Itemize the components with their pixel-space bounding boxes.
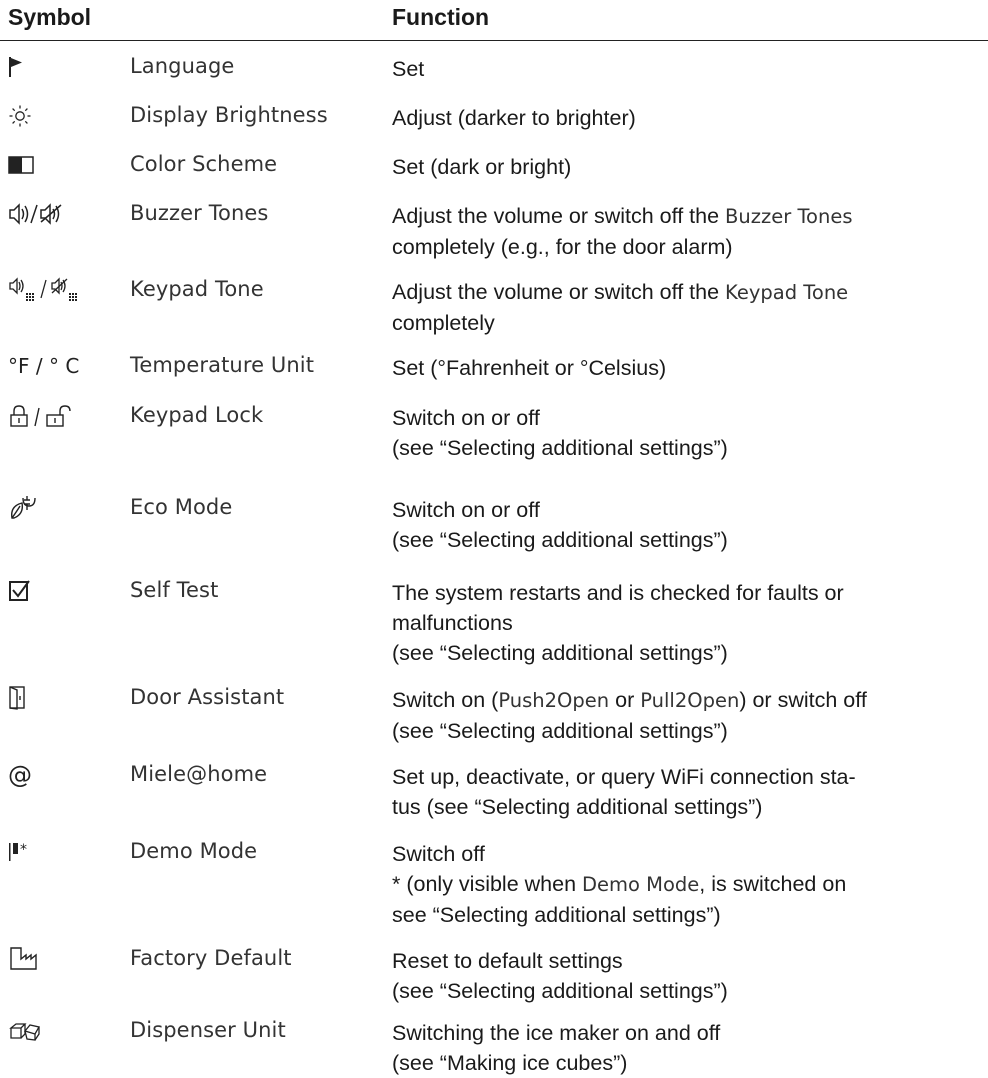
row-desc: Switch on (Push2Open or Pull2Open) or sw… xyxy=(392,688,867,743)
row-desc: Switching the ice maker on and off (see … xyxy=(392,1021,721,1075)
row-desc: Switch on or off (see “Selecting additio… xyxy=(392,498,728,552)
brightness-icon xyxy=(8,101,118,131)
ice-cube-icon xyxy=(8,1016,118,1046)
row-label: Eco Mode xyxy=(130,495,233,519)
eco-icon xyxy=(8,493,118,523)
demo-icon: * xyxy=(8,837,118,867)
row-desc: Adjust the volume or switch off the Buzz… xyxy=(392,204,853,259)
row-label: Self Test xyxy=(130,578,219,602)
checkbox-icon xyxy=(8,576,118,606)
factory-icon xyxy=(8,944,118,974)
row-desc: Reset to default settings (see “Selectin… xyxy=(392,949,728,1003)
row-desc: Adjust (darker to brighter) xyxy=(392,106,636,130)
row-label: Temperature Unit xyxy=(130,353,315,377)
row-desc: Set (°Fahrenheit or °Celsius) xyxy=(392,356,667,380)
temperature-unit-icon: °F / ° C xyxy=(8,354,80,378)
row-label: Dispenser Unit xyxy=(130,1018,286,1042)
row-desc: Set (dark or bright) xyxy=(392,155,572,179)
row-label: Factory Default xyxy=(130,946,292,970)
table-header: Symbol Function xyxy=(0,0,988,41)
keypad-speaker-icon xyxy=(8,275,118,305)
door-icon xyxy=(8,683,118,713)
flag-icon xyxy=(8,52,118,82)
lock-icon xyxy=(8,401,118,431)
row-desc: The system restarts and is checked for f… xyxy=(392,581,844,665)
header-symbol: Symbol xyxy=(8,4,92,30)
color-scheme-icon xyxy=(8,150,118,180)
row-desc: Switch off * (only visible when Demo Mod… xyxy=(392,842,847,927)
row-label: Door Assistant xyxy=(130,685,285,709)
row-desc: Adjust the volume or switch off the Keyp… xyxy=(392,280,849,335)
row-desc: Set xyxy=(392,57,425,81)
settings-table: Symbol Function Language Set Display Bri… xyxy=(0,0,988,1075)
row-label: Display Brightness xyxy=(130,103,328,127)
row-desc: Set up, deactivate, or query WiFi connec… xyxy=(392,765,856,819)
row-label: Color Scheme xyxy=(130,152,278,176)
row-label: Miele@home xyxy=(130,762,268,786)
row-label: Buzzer Tones xyxy=(130,201,269,225)
speaker-icon xyxy=(8,199,118,229)
header-function: Function xyxy=(392,4,490,30)
row-label: Demo Mode xyxy=(130,839,258,863)
row-label: Language xyxy=(130,54,235,78)
at-icon: @ xyxy=(8,761,32,789)
svg-text:*: * xyxy=(20,842,27,858)
row-label: Keypad Lock xyxy=(130,403,264,427)
row-desc: Switch on or off (see “Selecting additio… xyxy=(392,406,728,460)
row-label: Keypad Tone xyxy=(130,277,264,301)
